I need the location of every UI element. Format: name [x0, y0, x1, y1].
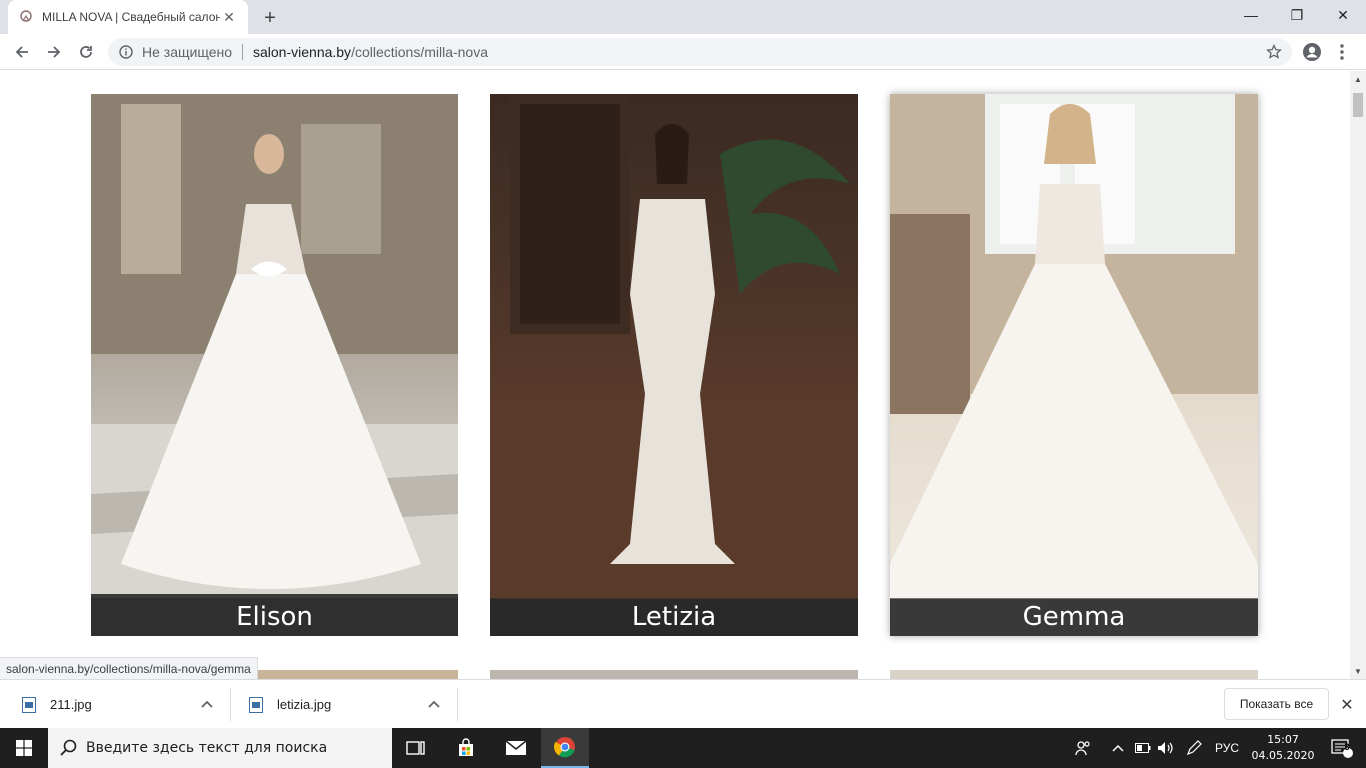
browser-tab[interactable]: MILLA NOVA | Свадебный салон ✕: [8, 0, 248, 34]
scroll-down-arrow-icon[interactable]: ▼: [1350, 663, 1366, 679]
forward-button[interactable]: [40, 38, 68, 66]
notification-center-icon[interactable]: 3: [1322, 728, 1362, 768]
kebab-menu-icon[interactable]: [1330, 38, 1354, 66]
search-placeholder: Введите здесь текст для поиска: [86, 740, 328, 756]
dress-photo: [91, 94, 458, 636]
info-icon[interactable]: [118, 44, 134, 60]
clock-date: 04.05.2020: [1251, 749, 1315, 762]
download-filename: letizia.jpg: [277, 697, 332, 712]
close-window-button[interactable]: ✕: [1320, 0, 1366, 30]
chrome-icon[interactable]: [541, 728, 589, 768]
image-file-icon: [249, 696, 263, 713]
download-divider: [230, 688, 231, 721]
reload-icon: [80, 46, 92, 58]
dress-caption: Letizia: [490, 598, 858, 636]
mail-icon[interactable]: [492, 728, 540, 768]
url-text[interactable]: salon-vienna.by/collections/milla-nova: [253, 44, 488, 60]
url-host: salon-vienna.by: [253, 44, 352, 60]
tab-strip: MILLA NOVA | Свадебный салон ✕ + — ❐ ✕: [0, 0, 1366, 34]
download-filename: 211.jpg: [50, 697, 92, 712]
chevron-up-icon[interactable]: [199, 696, 215, 712]
language-indicator[interactable]: РУС: [1212, 728, 1242, 768]
scroll-up-arrow-icon[interactable]: ▲: [1350, 71, 1366, 87]
task-view-icon[interactable]: [392, 728, 440, 768]
reload-button[interactable]: [72, 38, 100, 66]
link-status-bubble: salon-vienna.by/collections/milla-nova/g…: [0, 657, 258, 679]
dress-photo: [890, 94, 1258, 636]
salon-logo-icon: [18, 9, 34, 25]
gallery-item-row2-2[interactable]: [490, 670, 858, 679]
image-file-icon: [22, 696, 36, 713]
bookmark-star-icon[interactable]: [1266, 44, 1282, 60]
pen-icon[interactable]: [1184, 728, 1204, 768]
security-label: Не защищено: [142, 44, 232, 60]
download-item[interactable]: letizia.jpg: [249, 686, 331, 723]
back-button[interactable]: [8, 38, 36, 66]
dress-caption: Gemma: [890, 598, 1258, 636]
tab-title: MILLA NOVA | Свадебный салон: [42, 10, 220, 24]
restore-button[interactable]: ❐: [1274, 0, 1320, 30]
chevron-up-tray-icon[interactable]: [1110, 728, 1126, 768]
download-shelf: 211.jpg letizia.jpg Показать все ✕: [0, 679, 1366, 728]
url-path: /collections/milla-nova: [351, 44, 489, 60]
address-bar[interactable]: Не защищено salon-vienna.by/collections/…: [108, 38, 1292, 66]
tab-close-icon[interactable]: ✕: [220, 8, 238, 26]
volume-icon[interactable]: [1156, 728, 1176, 768]
browser-toolbar: Не защищено salon-vienna.by/collections/…: [0, 34, 1366, 70]
scrollbar-thumb[interactable]: [1353, 93, 1363, 117]
arrow-left-icon: [15, 46, 28, 58]
download-item[interactable]: 211.jpg: [22, 686, 92, 723]
gallery-item-letizia[interactable]: Letizia: [490, 94, 858, 636]
gallery-item-row2-3[interactable]: [890, 670, 1258, 679]
microsoft-store-icon[interactable]: [442, 728, 490, 768]
page-viewport: Elison Letizia Gemma: [0, 71, 1350, 679]
gallery-item-gemma[interactable]: Gemma: [890, 94, 1258, 636]
show-all-downloads-button[interactable]: Показать все: [1224, 688, 1329, 720]
minimize-button[interactable]: —: [1228, 0, 1274, 30]
clock-time: 15:07: [1267, 733, 1299, 746]
search-icon: [60, 739, 77, 756]
gallery-item-elison[interactable]: Elison: [91, 94, 458, 636]
notification-count: 3: [1344, 742, 1350, 752]
close-shelf-icon[interactable]: ✕: [1338, 696, 1356, 714]
system-clock[interactable]: 15:07 04.05.2020: [1246, 732, 1320, 764]
new-tab-button[interactable]: +: [258, 6, 282, 30]
people-icon[interactable]: [1072, 728, 1094, 768]
windows-start-icon[interactable]: [0, 728, 48, 768]
account-avatar-icon[interactable]: [1298, 38, 1326, 66]
page-scrollbar[interactable]: ▲ ▼: [1350, 71, 1366, 679]
windows-taskbar: Введите здесь текст для поиска РУС 15:07…: [0, 728, 1366, 768]
omnibox-divider: [242, 44, 243, 60]
chevron-up-icon[interactable]: [426, 696, 442, 712]
dress-caption: Elison: [91, 598, 458, 636]
battery-icon[interactable]: [1134, 728, 1152, 768]
dress-photo: [490, 94, 858, 636]
taskbar-search-box[interactable]: Введите здесь текст для поиска: [48, 728, 392, 768]
download-divider: [457, 688, 458, 721]
arrow-right-icon: [48, 46, 61, 58]
